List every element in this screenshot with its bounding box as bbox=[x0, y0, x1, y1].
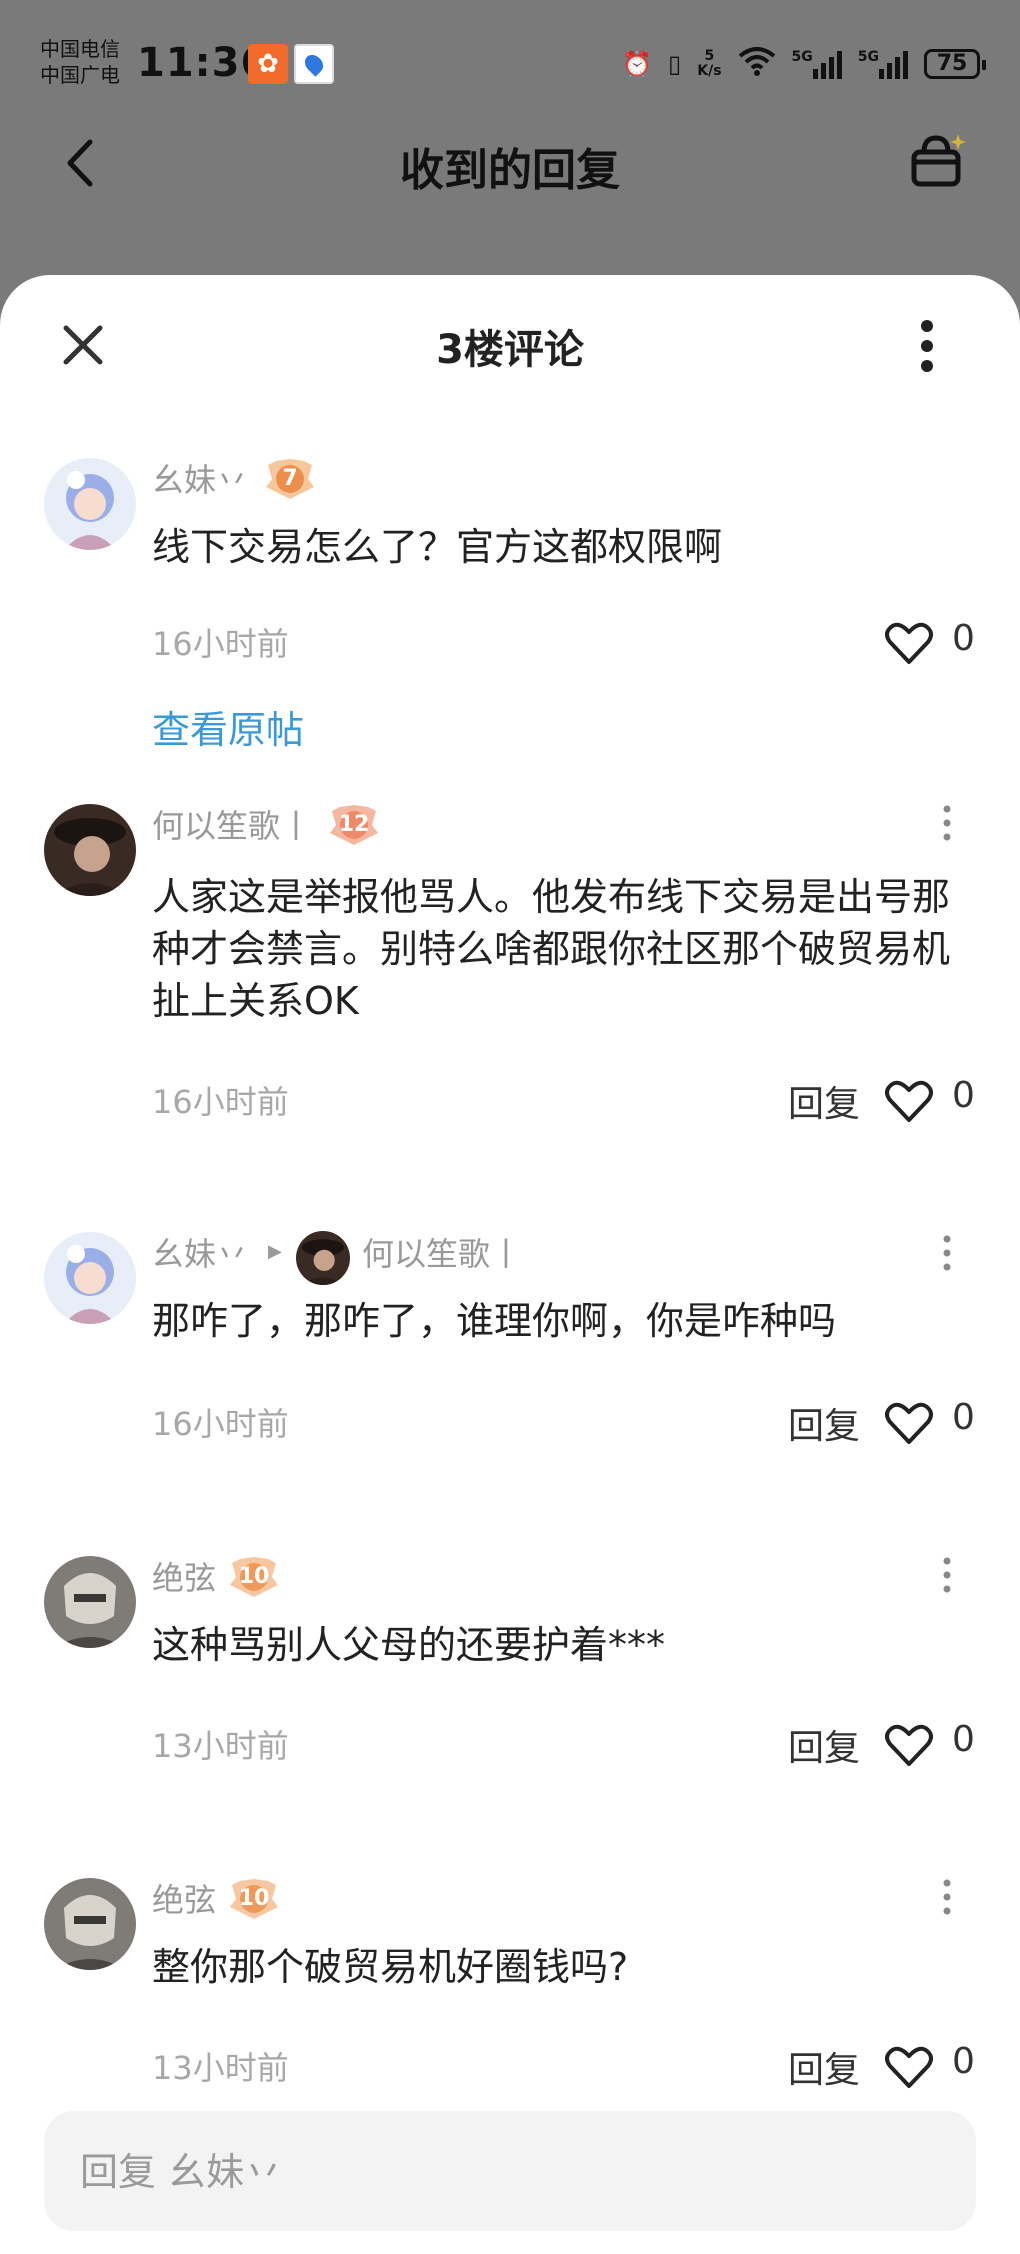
reply-arrow-icon: ▶ bbox=[268, 1241, 282, 1262]
username[interactable]: 绝弦 bbox=[152, 1875, 216, 1921]
alarm-icon: ⏰ bbox=[622, 50, 653, 78]
more-options-icon[interactable] bbox=[912, 319, 942, 373]
badge-level: 7 bbox=[282, 466, 298, 491]
comment-text: 那咋了，那咋了，谁理你啊，你是咋种吗 bbox=[152, 1299, 837, 1343]
status-bar: 中国电信 中国广电 11:36 ✿ ⏰ ▯ 5 K/s 5G 5G 75 bbox=[0, 0, 1020, 120]
comment-text: 整你那个破贸易机好圈钱吗? bbox=[152, 1945, 629, 1989]
like-count: 0 bbox=[952, 618, 975, 659]
avatar[interactable] bbox=[44, 1878, 136, 1970]
carrier-labels: 中国电信 中国广电 bbox=[40, 36, 120, 88]
username[interactable]: 幺妹丷 bbox=[152, 1229, 248, 1275]
like-count: 0 bbox=[952, 1397, 975, 1438]
vibrate-icon: ▯ bbox=[668, 50, 682, 78]
badge-level: 12 bbox=[338, 812, 370, 837]
level-badge: 12 bbox=[326, 803, 382, 847]
level-badge: 7 bbox=[262, 457, 318, 501]
more-options-icon[interactable] bbox=[940, 1879, 954, 1915]
username[interactable]: 绝弦 bbox=[152, 1553, 216, 1599]
signal-2-icon: 5G bbox=[858, 49, 908, 79]
system-icons: ⏰ ▯ 5 K/s 5G 5G 75 bbox=[622, 44, 986, 84]
comment-sheet: 3楼评论 幺妹丷 7 线下交易怎么了？官方这都权限啊 16小时前 0 查看原帖 … bbox=[0, 275, 1020, 2254]
reply-button[interactable]: 回复 bbox=[788, 1397, 860, 1449]
reply-button[interactable]: 回复 bbox=[788, 2041, 860, 2093]
more-options-icon[interactable] bbox=[940, 1557, 954, 1593]
view-post-link[interactable]: 查看原帖 bbox=[152, 699, 304, 754]
avatar[interactable] bbox=[44, 1232, 136, 1324]
sheet-header: 3楼评论 bbox=[0, 275, 1020, 415]
heart-icon[interactable] bbox=[884, 1722, 934, 1768]
comment-text: 人家这是举报他骂人。他发布线下交易是出号那种才会禁言。别特么啥都跟你社区那个破贸… bbox=[152, 875, 951, 1023]
carrier-1: 中国电信 bbox=[40, 37, 120, 61]
wifi-icon bbox=[738, 46, 776, 82]
timestamp: 13小时前 bbox=[152, 2049, 289, 2087]
battery-indicator: 75 bbox=[924, 49, 986, 79]
reply-to-username[interactable]: 何以笙歌丨 bbox=[362, 1229, 522, 1275]
comment-text: 这种骂别人父母的还要护着*** bbox=[152, 1623, 666, 1667]
avatar[interactable] bbox=[44, 804, 136, 896]
reply-input-container bbox=[44, 2111, 976, 2233]
timestamp: 16小时前 bbox=[152, 1083, 289, 1121]
page-title: 收到的回复 bbox=[400, 145, 620, 196]
reply-button[interactable]: 回复 bbox=[788, 1719, 860, 1771]
carrier-2: 中国广电 bbox=[40, 63, 120, 87]
shopping-basket-icon[interactable] bbox=[908, 130, 968, 190]
level-badge: 10 bbox=[226, 1555, 282, 1599]
more-options-icon[interactable] bbox=[940, 1235, 954, 1271]
like-count: 0 bbox=[952, 1075, 975, 1116]
comment-text: 线下交易怎么了？官方这都权限啊 bbox=[152, 525, 723, 569]
timestamp: 16小时前 bbox=[152, 1405, 289, 1443]
heart-icon[interactable] bbox=[884, 620, 934, 666]
map-app-icon bbox=[294, 44, 334, 84]
timestamp: 16小时前 bbox=[152, 625, 289, 663]
badge-level: 10 bbox=[238, 1564, 270, 1589]
signal-1-icon: 5G bbox=[792, 49, 842, 79]
avatar[interactable] bbox=[44, 458, 136, 550]
net-speed: 5 K/s bbox=[697, 48, 722, 79]
heart-icon[interactable] bbox=[884, 2044, 934, 2090]
username[interactable]: 幺妹丷 bbox=[152, 455, 248, 501]
reply-button[interactable]: 回复 bbox=[788, 1075, 860, 1127]
badge-level: 10 bbox=[238, 1886, 270, 1911]
avatar[interactable] bbox=[44, 1556, 136, 1648]
sheet-title: 3楼评论 bbox=[436, 327, 584, 373]
reply-to-avatar[interactable] bbox=[296, 1231, 350, 1285]
like-count: 0 bbox=[952, 2041, 975, 2082]
username[interactable]: 何以笙歌丨 bbox=[152, 801, 312, 847]
heart-icon[interactable] bbox=[884, 1400, 934, 1446]
like-count: 0 bbox=[952, 1719, 975, 1760]
level-badge: 10 bbox=[226, 1877, 282, 1921]
kuaishou-app-icon: ✿ bbox=[248, 44, 288, 84]
more-options-icon[interactable] bbox=[940, 805, 954, 841]
heart-icon[interactable] bbox=[884, 1078, 934, 1124]
timestamp: 13小时前 bbox=[152, 1727, 289, 1765]
reply-input[interactable] bbox=[78, 2111, 942, 2233]
